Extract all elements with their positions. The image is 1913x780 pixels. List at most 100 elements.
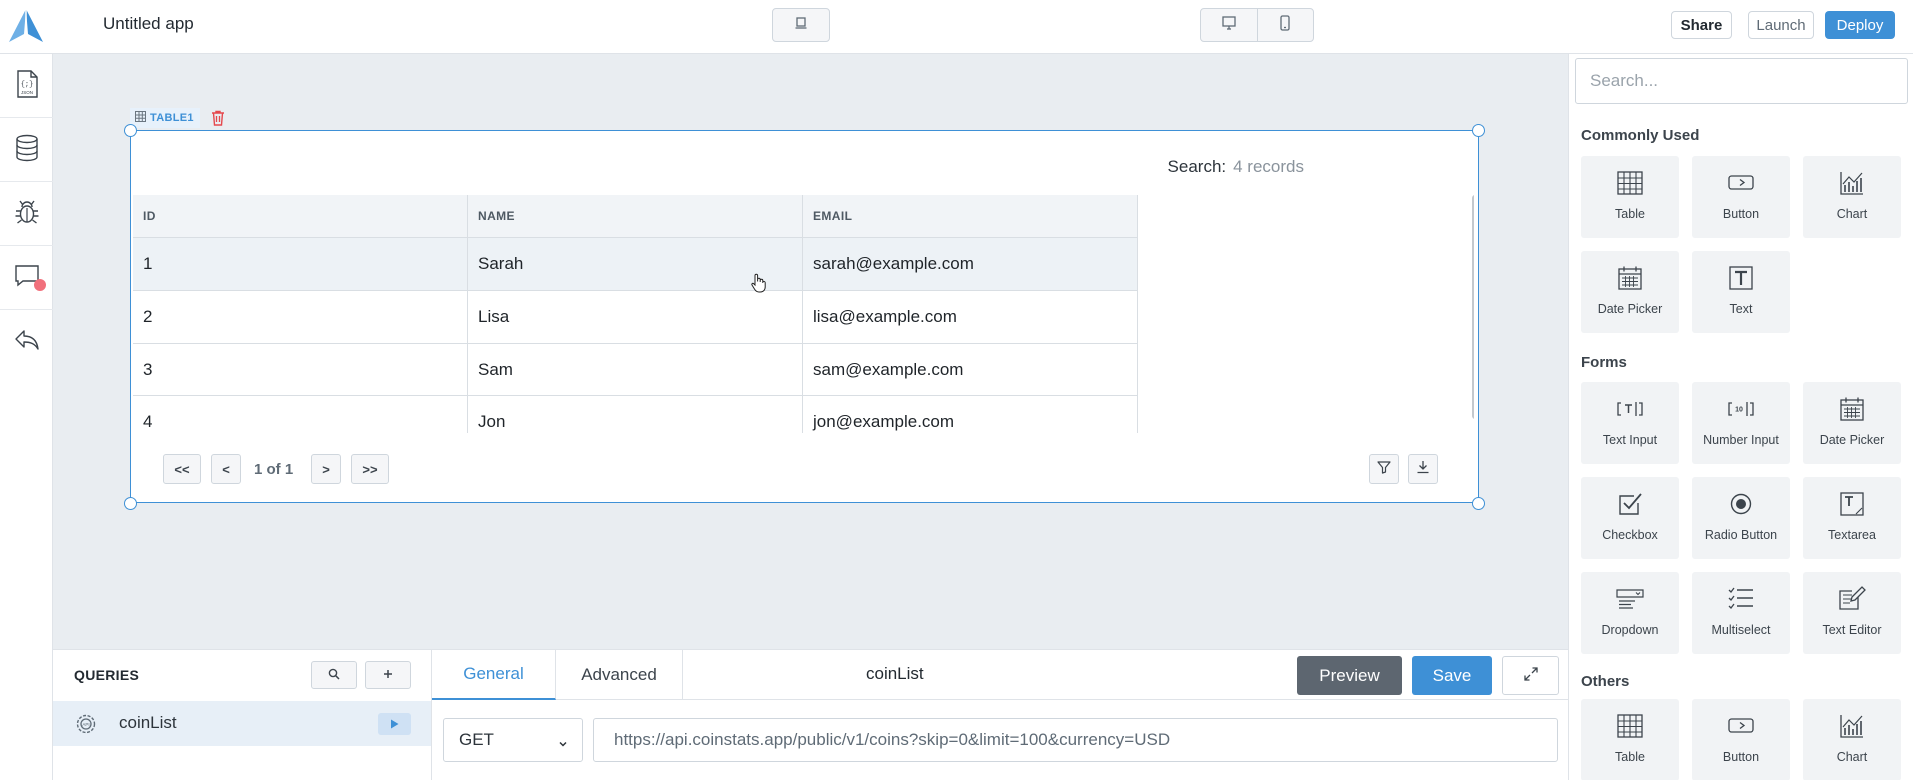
- widget-tile-chart-other[interactable]: Chart: [1803, 699, 1901, 780]
- tab-advanced[interactable]: Advanced: [556, 650, 683, 700]
- column-header-name[interactable]: NAME: [468, 195, 803, 238]
- widget-tile-date-picker[interactable]: Date Picker: [1581, 251, 1679, 333]
- next-page-button[interactable]: >: [311, 454, 341, 484]
- table-cell[interactable]: 1: [133, 238, 468, 291]
- table-icon: [1617, 712, 1643, 740]
- vertical-scrollbar[interactable]: [1472, 195, 1474, 419]
- sidebar-item-back[interactable]: [0, 310, 53, 374]
- table-cell[interactable]: Jon: [468, 396, 803, 433]
- widget-tile-label: Text Input: [1602, 433, 1658, 447]
- app-title[interactable]: Untitled app: [103, 14, 194, 34]
- search-queries-button[interactable]: [311, 661, 357, 689]
- widget-tile-multiselect[interactable]: Multiselect: [1692, 572, 1790, 654]
- sidebar-item-comments[interactable]: [0, 246, 53, 310]
- widget-tile-text[interactable]: Text: [1692, 251, 1790, 333]
- widget-tile-button[interactable]: Button: [1692, 156, 1790, 238]
- table-cell[interactable]: lisa@example.com: [803, 291, 1138, 344]
- table-search[interactable]: Search: 4 records: [1168, 157, 1304, 177]
- table-cell[interactable]: 4: [133, 396, 468, 433]
- sidebar-item-database[interactable]: [0, 118, 53, 182]
- launch-button[interactable]: Launch: [1748, 11, 1814, 39]
- column-header-id[interactable]: ID: [133, 195, 468, 238]
- widget-tile-checkbox[interactable]: Checkbox: [1581, 477, 1679, 559]
- resize-handle-top-right[interactable]: [1472, 124, 1485, 137]
- desktop-view-button[interactable]: [1201, 9, 1257, 41]
- calendar-icon: [1839, 395, 1865, 423]
- svg-text:{;}: {;}: [20, 81, 33, 89]
- filter-icon: [1377, 460, 1391, 478]
- save-button[interactable]: Save: [1412, 656, 1492, 695]
- widget-tile-label: Checkbox: [1602, 528, 1658, 542]
- widget-tile-label: Date Picker: [1597, 302, 1663, 316]
- widget-tile-button-other[interactable]: Button: [1692, 699, 1790, 780]
- widget-tile-text-input[interactable]: Text Input: [1581, 382, 1679, 464]
- url-input[interactable]: [593, 718, 1558, 762]
- share-button[interactable]: Share: [1671, 11, 1732, 39]
- preview-button[interactable]: Preview: [1297, 656, 1402, 695]
- widget-tile-label: Multiselect: [1711, 623, 1771, 637]
- svg-text:JSON: JSON: [20, 90, 32, 95]
- section-title-forms: Forms: [1581, 354, 1627, 371]
- first-page-button[interactable]: <<: [163, 454, 201, 484]
- table-search-input[interactable]: 4 records: [1233, 157, 1304, 177]
- widget-tile-table-other[interactable]: Table: [1581, 699, 1679, 780]
- database-icon: [14, 134, 40, 166]
- mobile-icon: [1278, 15, 1292, 35]
- number-input-icon: 10: [1727, 395, 1755, 423]
- calendar-icon: [1617, 264, 1643, 292]
- download-button[interactable]: [1408, 454, 1438, 484]
- add-query-button[interactable]: [365, 661, 411, 689]
- table-row[interactable]: 2 Lisa lisa@example.com: [133, 291, 1138, 344]
- table-widget[interactable]: Search: 4 records ID NAME EMAIL 1 Sarah …: [130, 130, 1479, 503]
- table-cell[interactable]: sarah@example.com: [803, 238, 1138, 291]
- table-cell[interactable]: Lisa: [468, 291, 803, 344]
- sidebar-item-json[interactable]: {;} JSON: [0, 54, 53, 118]
- delete-widget-button[interactable]: [211, 110, 225, 130]
- table-row[interactable]: 1 Sarah sarah@example.com: [133, 238, 1138, 291]
- table-cell[interactable]: Sam: [468, 344, 803, 396]
- widget-name-label: TABLE1: [150, 112, 194, 124]
- widget-tile-textarea[interactable]: Textarea: [1803, 477, 1901, 559]
- query-list-item[interactable]: API coinList: [53, 701, 431, 746]
- table-cell[interactable]: jon@example.com: [803, 396, 1138, 433]
- plus-icon: [382, 667, 394, 684]
- widget-tile-number-input[interactable]: 10 Number Input: [1692, 382, 1790, 464]
- widget-tile-label: Button: [1722, 750, 1760, 764]
- widget-tile-date-picker-form[interactable]: Date Picker: [1803, 382, 1901, 464]
- table-row[interactable]: 3 Sam sam@example.com: [133, 344, 1138, 396]
- widget-tile-label: Number Input: [1703, 433, 1779, 447]
- widget-tile-dropdown[interactable]: Dropdown: [1581, 572, 1679, 654]
- app-logo-icon[interactable]: [6, 6, 46, 46]
- resize-handle-top-left[interactable]: [124, 124, 137, 137]
- table-cell[interactable]: 2: [133, 291, 468, 344]
- resize-handle-bottom-right[interactable]: [1472, 497, 1485, 510]
- last-page-button[interactable]: >>: [351, 454, 389, 484]
- json-file-icon: {;} JSON: [14, 69, 40, 102]
- tab-general[interactable]: General: [432, 650, 556, 700]
- back-arrow-icon: [13, 328, 41, 356]
- trash-icon: [211, 110, 225, 130]
- table-cell[interactable]: sam@example.com: [803, 344, 1138, 396]
- table-icon: [135, 111, 146, 125]
- table-row[interactable]: 4 Jon jon@example.com: [133, 396, 1138, 433]
- http-method-select[interactable]: GET: [443, 718, 583, 762]
- sidebar-item-debugger[interactable]: [0, 182, 53, 246]
- widget-name-tag[interactable]: TABLE1: [130, 108, 200, 128]
- resize-handle-bottom-left[interactable]: [124, 497, 137, 510]
- widget-tile-text-editor[interactable]: Text Editor: [1803, 572, 1901, 654]
- query-name[interactable]: coinList: [866, 664, 924, 684]
- widget-search-input[interactable]: [1575, 58, 1908, 104]
- widget-tile-label: Table: [1615, 207, 1645, 221]
- deploy-button[interactable]: Deploy: [1825, 11, 1895, 39]
- run-query-button[interactable]: [378, 713, 411, 735]
- column-header-email[interactable]: EMAIL: [803, 195, 1138, 238]
- filter-button[interactable]: [1369, 454, 1399, 484]
- expand-panel-button[interactable]: [1502, 656, 1559, 695]
- mobile-view-button[interactable]: [1256, 9, 1314, 41]
- widget-tile-table[interactable]: Table: [1581, 156, 1679, 238]
- prev-page-button[interactable]: <: [211, 454, 241, 484]
- toggle-sidebar-button[interactable]: [772, 8, 830, 42]
- widget-tile-radio-button[interactable]: Radio Button: [1692, 477, 1790, 559]
- widget-tile-chart[interactable]: Chart: [1803, 156, 1901, 238]
- table-cell[interactable]: 3: [133, 344, 468, 396]
